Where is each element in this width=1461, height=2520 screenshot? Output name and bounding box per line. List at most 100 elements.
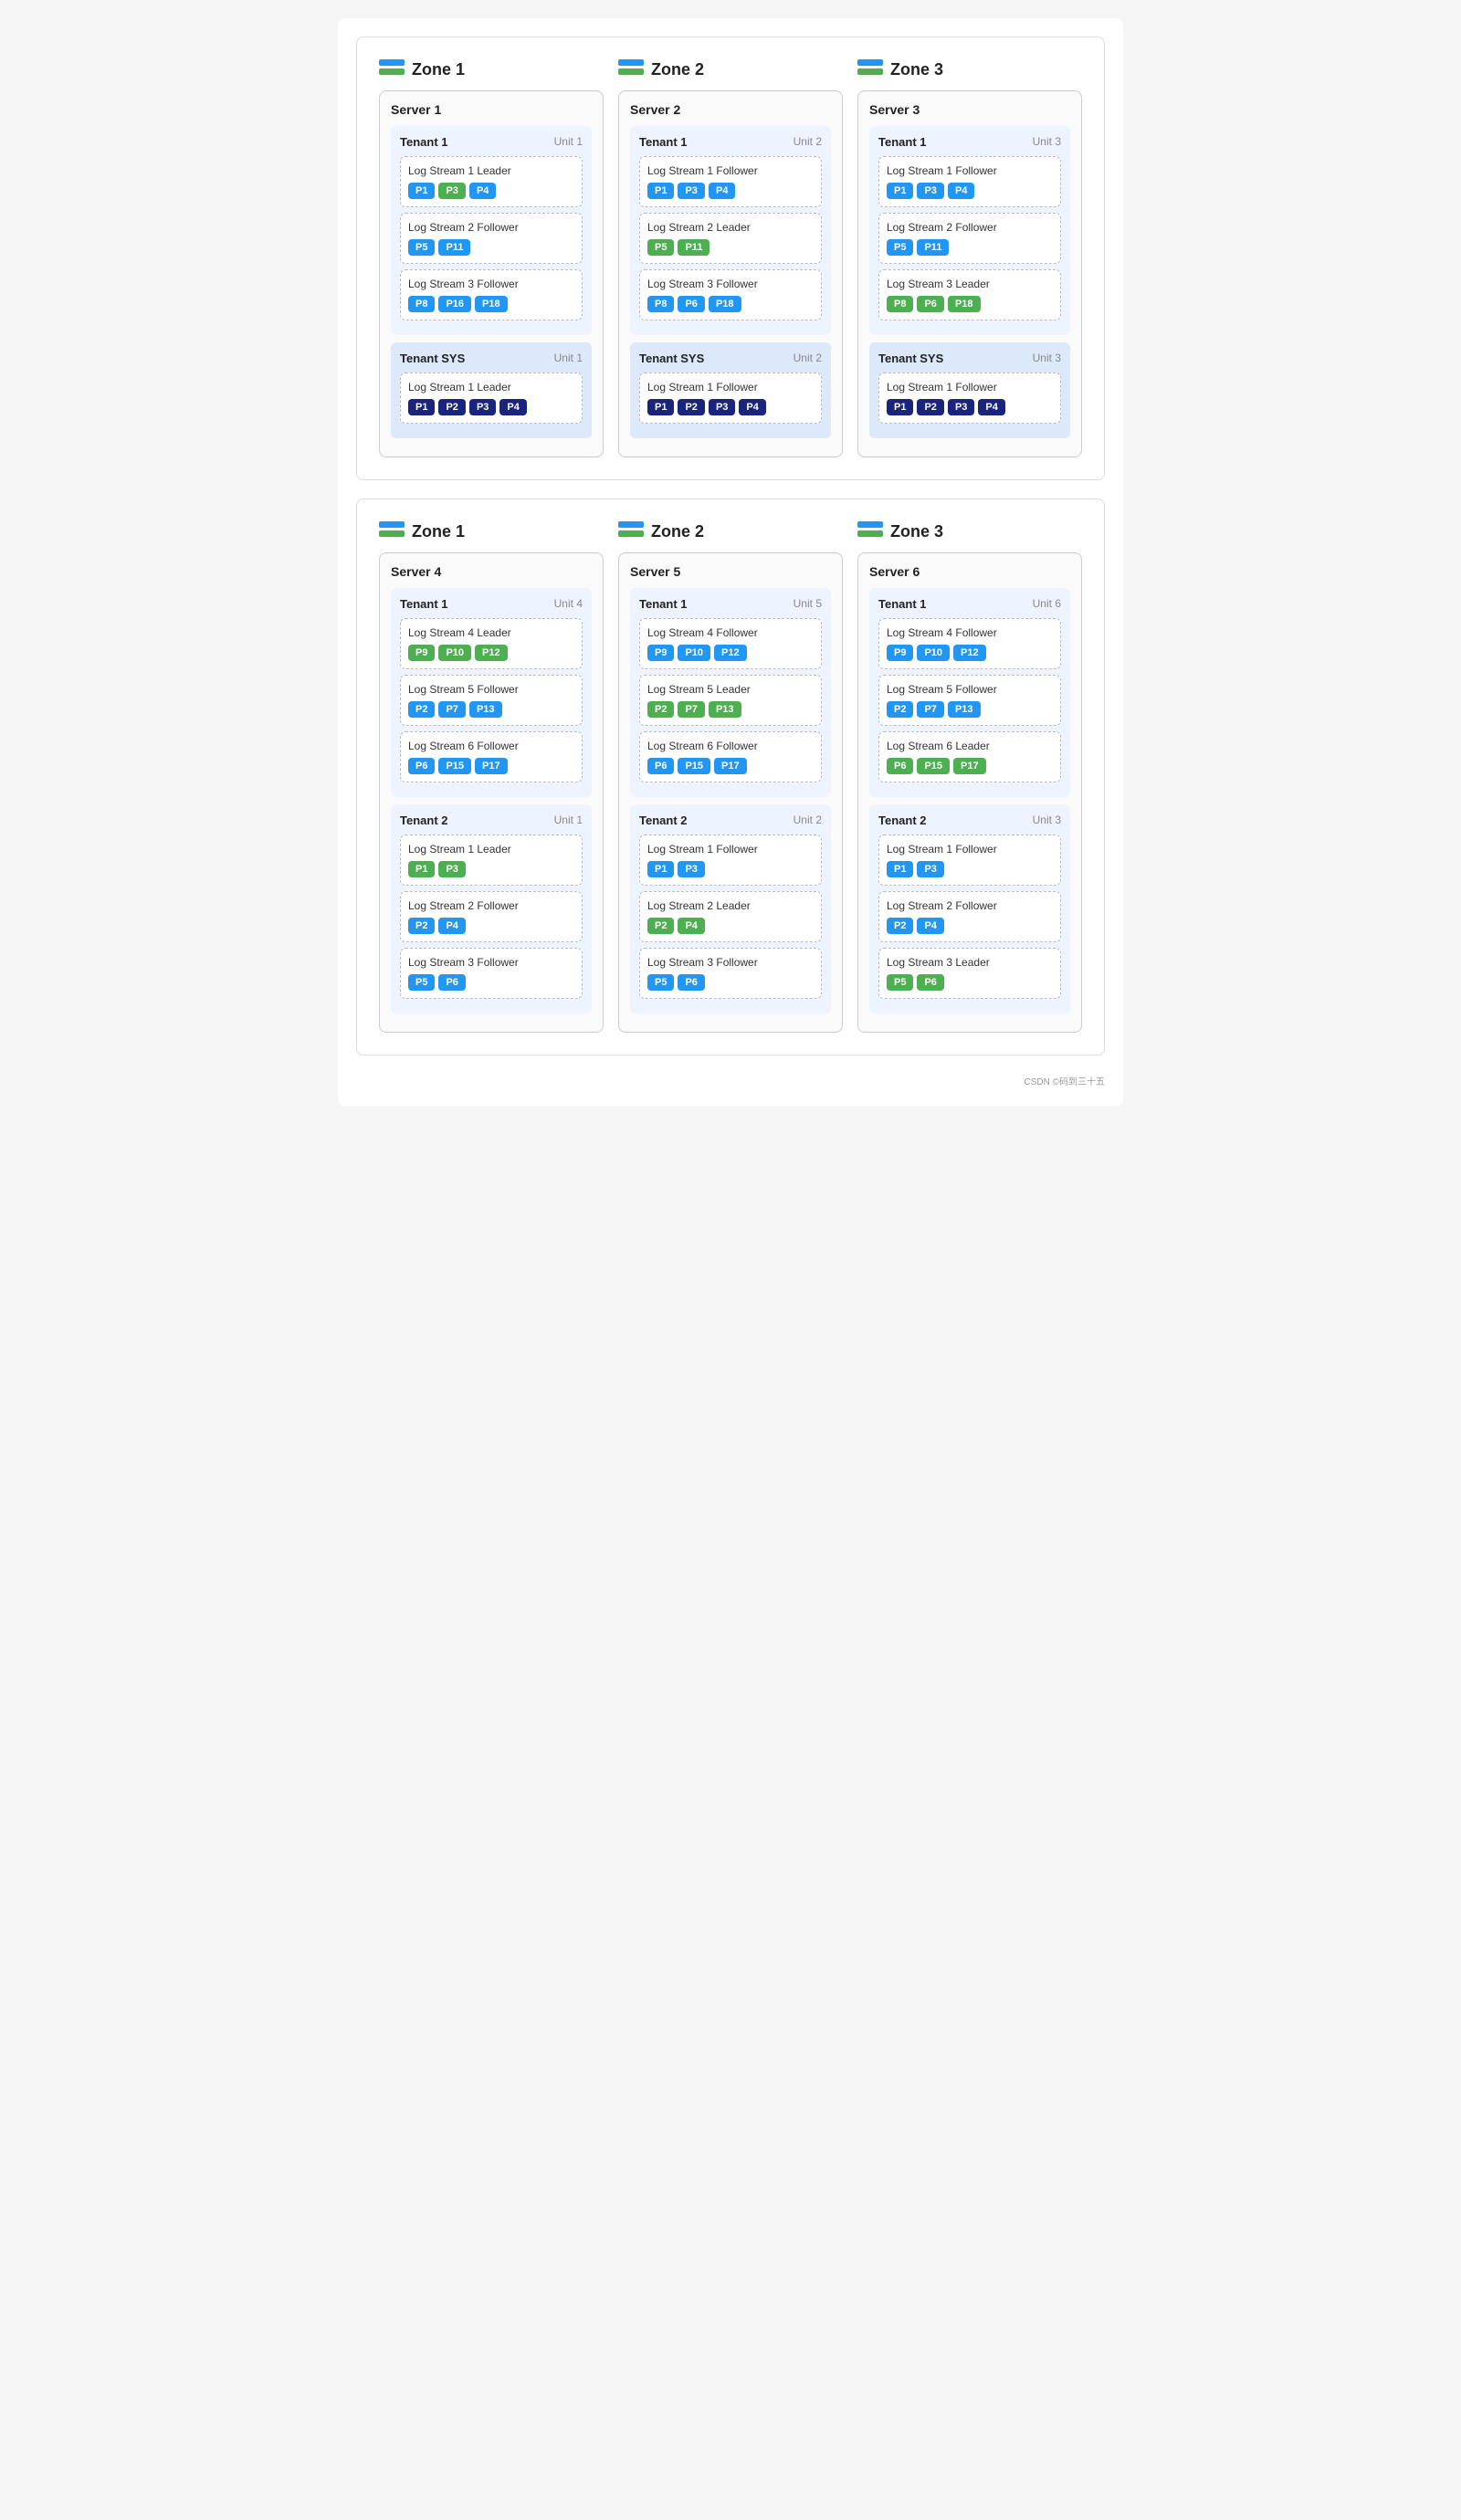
partition-tag: P5 [887, 974, 913, 991]
logstream-block: Log Stream 1 FollowerP1P3 [639, 835, 822, 886]
partition-row: P2P7P13 [887, 701, 1053, 718]
logstream-label: Log Stream 3 Leader [887, 278, 1053, 290]
partition-tag: P15 [678, 758, 710, 774]
partition-tag: P16 [438, 296, 471, 312]
partition-row: P5P6 [647, 974, 814, 991]
tenant-header: Tenant 2Unit 2 [639, 814, 822, 827]
logstream-label: Log Stream 1 Leader [408, 164, 574, 177]
partition-tag: P7 [917, 701, 943, 718]
logstream-block: Log Stream 6 FollowerP6P15P17 [400, 731, 583, 782]
partition-tag: P3 [917, 183, 943, 199]
logstream-label: Log Stream 2 Follower [887, 899, 1053, 912]
partition-tag: P6 [438, 974, 465, 991]
logstream-label: Log Stream 3 Follower [408, 278, 574, 290]
logstream-label: Log Stream 1 Follower [887, 843, 1053, 856]
partition-row: P8P16P18 [408, 296, 574, 312]
partition-tag: P3 [438, 861, 465, 877]
tenant-block-t2s5: Tenant 2Unit 2Log Stream 1 FollowerP1P3L… [630, 804, 831, 1013]
partition-row: P8P6P18 [887, 296, 1053, 312]
partition-tag: P18 [948, 296, 981, 312]
tenant-unit: Unit 2 [794, 135, 822, 149]
tenant-unit: Unit 4 [554, 597, 583, 611]
server-box-server4: Server 4Tenant 1Unit 4Log Stream 4 Leade… [379, 552, 604, 1033]
partition-tag: P5 [647, 974, 674, 991]
zone-label: Zone 3 [890, 522, 943, 541]
partition-tag: P2 [678, 399, 704, 415]
partition-tag: P11 [917, 239, 949, 256]
tenant-unit: Unit 1 [554, 352, 583, 365]
logstream-label: Log Stream 3 Follower [647, 956, 814, 969]
partition-tag: P1 [887, 861, 913, 877]
partition-tag: P2 [408, 701, 435, 718]
tenant-header: Tenant SYSUnit 3 [878, 352, 1061, 365]
partition-tag: P9 [408, 645, 435, 661]
logstream-block: Log Stream 2 FollowerP5P11 [400, 213, 583, 264]
partition-tag: P1 [647, 399, 674, 415]
server-title: Server 6 [869, 564, 1070, 579]
partition-row: P5P6 [408, 974, 574, 991]
tenant-block-t_sys_s3: Tenant SYSUnit 3 Log Stream 1 FollowerP1P… [869, 342, 1070, 438]
logstream-block: Log Stream 1 FollowerP1P2P3P4 [639, 373, 822, 424]
logstream-label: Log Stream 3 Follower [647, 278, 814, 290]
tenant-name: Tenant 1 [400, 597, 448, 611]
logstream-block: Log Stream 2 FollowerP2P4 [878, 891, 1061, 942]
zone-icon [379, 59, 405, 79]
partition-tag: P10 [917, 645, 950, 661]
partition-tag: P13 [709, 701, 741, 718]
tenant-name: Tenant SYS [400, 352, 465, 365]
zone-row-2: Zone 1Server 4Tenant 1Unit 4Log Stream 4… [356, 499, 1105, 1055]
partition-tag: P1 [647, 183, 674, 199]
zone-label: Zone 2 [651, 522, 704, 541]
partition-tag: P3 [469, 399, 496, 415]
tenant-header: Tenant 1Unit 2 [639, 135, 822, 149]
logstream-block: Log Stream 1 FollowerP1P3P4 [878, 156, 1061, 207]
partition-row: P1P2P3P4 [408, 399, 574, 415]
partition-tag: P1 [887, 399, 913, 415]
logstream-block: Log Stream 1 FollowerP1P2P3P4 [878, 373, 1061, 424]
partition-tag: P6 [678, 974, 704, 991]
partition-row: P9P10P12 [647, 645, 814, 661]
server-title: Server 5 [630, 564, 831, 579]
tenant-name: Tenant 1 [878, 135, 927, 149]
logstream-block: Log Stream 2 FollowerP5P11 [878, 213, 1061, 264]
tenant-header: Tenant 1Unit 1 [400, 135, 583, 149]
partition-tag: P17 [475, 758, 508, 774]
tenant-header: Tenant 2Unit 3 [878, 814, 1061, 827]
logstream-block: Log Stream 3 LeaderP5P6 [878, 948, 1061, 999]
zone-block-zone3b: Zone 3 Server 6 Tenant 1Unit 6Log Stream 4… [850, 514, 1089, 1040]
tenant-block-t1s6: Tenant 1Unit 6Log Stream 4 FollowerP9P10… [869, 588, 1070, 797]
partition-tag: P1 [408, 183, 435, 199]
partition-tag: P6 [408, 758, 435, 774]
partition-row: P6P15P17 [408, 758, 574, 774]
logstream-block: Log Stream 3 Leader P8P6P18 [878, 269, 1061, 320]
logstream-block: Log Stream 4 FollowerP9P10P12 [878, 618, 1061, 669]
partition-row: P2P7P13 [647, 701, 814, 718]
logstream-block: Log Stream 5 LeaderP2P7P13 [639, 675, 822, 726]
logstream-label: Log Stream 1 Follower [647, 843, 814, 856]
zone-icon [618, 521, 644, 541]
tenant-name: Tenant 2 [400, 814, 448, 827]
main-wrapper: Zone 1Server 1Tenant 1Unit 1Log Stream 1… [338, 18, 1123, 1106]
partition-tag: P9 [887, 645, 913, 661]
tenant-unit: Unit 3 [1033, 352, 1061, 365]
tenant-block-t_sys_s2: Tenant SYSUnit 2 Log Stream 1 FollowerP1P… [630, 342, 831, 438]
logstream-label: Log Stream 1 Leader [408, 381, 574, 394]
partition-row: P2P7P13 [408, 701, 574, 718]
partition-tag: P12 [714, 645, 747, 661]
partition-tag: P2 [887, 918, 913, 934]
tenant-unit: Unit 2 [794, 814, 822, 827]
tenant-block-t_sys_s1: Tenant SYS Unit 1 Log Stream 1 Leader P1P2P… [391, 342, 592, 438]
zone-title: Zone 3 [857, 521, 1082, 541]
logstream-block: Log Stream 6 LeaderP6P15P17 [878, 731, 1061, 782]
server-box-server3: Server 3Tenant 1Unit 3Log Stream 1 Follo… [857, 90, 1082, 457]
zone-icon [618, 59, 644, 79]
logstream-block: Log Stream 2 LeaderP5P11 [639, 213, 822, 264]
partition-tag: P4 [678, 918, 704, 934]
tenant-block-t1s4: Tenant 1 Unit 4 Log Stream 4 Leader P9P10 P1… [391, 588, 592, 797]
zone-block-zone3: Zone 3Server 3Tenant 1Unit 3Log Stream 1… [850, 52, 1089, 465]
partition-tag: P10 [438, 645, 471, 661]
logstream-label: Log Stream 4 Leader [408, 626, 574, 639]
tenant-header: Tenant 1Unit 3 [878, 135, 1061, 149]
zone-icon [379, 521, 405, 541]
tenant-header: Tenant SYSUnit 2 [639, 352, 822, 365]
